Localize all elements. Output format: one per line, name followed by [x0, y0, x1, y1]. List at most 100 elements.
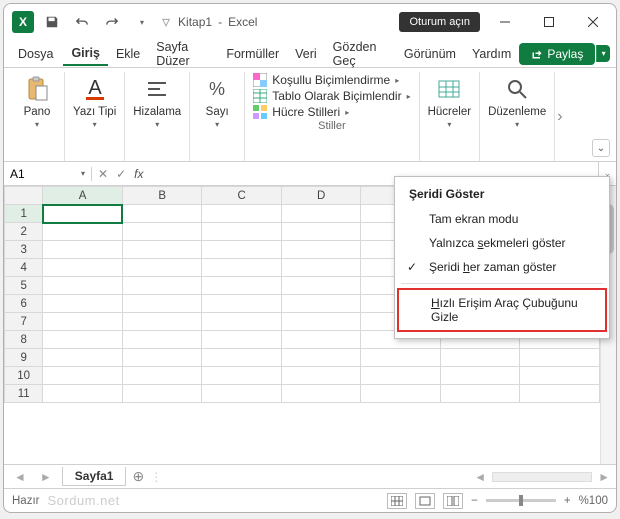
redo-button[interactable]: [100, 10, 124, 34]
number-button[interactable]: % Sayı ▾: [198, 74, 236, 129]
maximize-button[interactable]: [530, 8, 568, 36]
tab-gozden-gecir[interactable]: Gözden Geç: [325, 36, 396, 72]
fx-label[interactable]: fx: [134, 167, 143, 181]
conditional-formatting-label: Koşullu Biçimlendirme: [272, 73, 390, 87]
chevron-down-icon: ▸: [407, 92, 411, 101]
chevron-down-icon: ▾: [515, 120, 519, 129]
ribbon-overflow-button[interactable]: ›: [555, 72, 564, 161]
watermark: Sordum.net: [47, 493, 119, 508]
svg-text:A: A: [88, 77, 102, 99]
tab-gorunum[interactable]: Görünüm: [396, 43, 464, 65]
ribbon-display-options-button[interactable]: ⌄: [592, 139, 610, 157]
sheet-nav-next[interactable]: ►: [36, 470, 56, 484]
zoom-in-button[interactable]: +: [564, 495, 571, 507]
sheet-tab[interactable]: Sayfa1: [62, 467, 127, 486]
maximize-icon: [544, 17, 554, 27]
chevron-down-icon: ▾: [155, 120, 159, 129]
close-button[interactable]: [574, 8, 612, 36]
cell[interactable]: [202, 205, 282, 223]
chevron-down-icon: ▸: [395, 76, 399, 85]
chevron-down-icon: ▾: [93, 120, 97, 129]
tab-dosya[interactable]: Dosya: [10, 43, 61, 65]
menu-always-show-ribbon[interactable]: Şeridi her zaman göster: [395, 255, 609, 279]
add-sheet-button[interactable]: ⊕: [132, 468, 144, 485]
slider-thumb[interactable]: [519, 495, 523, 506]
status-ready: Hazır: [12, 495, 39, 507]
horizontal-scrollbar[interactable]: [492, 472, 592, 482]
view-page-break-button[interactable]: [443, 493, 463, 509]
zoom-value[interactable]: %100: [579, 495, 608, 507]
col-header[interactable]: D: [281, 187, 361, 205]
row-header[interactable]: 10: [5, 367, 43, 385]
row-header[interactable]: 8: [5, 331, 43, 349]
tab-formuller[interactable]: Formüller: [218, 43, 287, 65]
save-button[interactable]: [40, 10, 64, 34]
alignment-button[interactable]: Hizalama ▾: [133, 74, 181, 129]
name-box[interactable]: A1 ▾: [4, 167, 92, 181]
statusbar: Hazır Sordum.net − + %100: [4, 488, 616, 512]
group-stiller: Koşullu Biçimlendirme ▸ Tablo Olarak Biç…: [245, 72, 419, 161]
font-button[interactable]: A Yazı Tipi ▾: [73, 74, 116, 129]
titlebar: X ▾ ▿ Kitap1 - Excel Oturum açın: [4, 4, 616, 40]
row-header[interactable]: 4: [5, 259, 43, 277]
tab-sayfa-duzeni[interactable]: Sayfa Düzer: [148, 36, 218, 72]
cell[interactable]: [281, 205, 361, 223]
row-header[interactable]: 9: [5, 349, 43, 367]
signin-button[interactable]: Oturum açın: [399, 12, 480, 32]
cell[interactable]: [43, 223, 123, 241]
zoom-slider[interactable]: [486, 499, 556, 502]
editing-button[interactable]: Düzenleme ▾: [488, 74, 546, 129]
col-header[interactable]: C: [202, 187, 282, 205]
hscroll-left[interactable]: ◄: [474, 470, 486, 484]
cancel-formula-icon[interactable]: ✕: [98, 167, 108, 181]
group-pano: Pano ▾: [10, 72, 65, 161]
share-dropdown[interactable]: ▾: [596, 45, 610, 62]
cell[interactable]: [122, 205, 202, 223]
row-header[interactable]: 11: [5, 385, 43, 403]
tab-veri[interactable]: Veri: [287, 43, 325, 65]
font-label: Yazı Tipi: [73, 106, 116, 118]
row-header[interactable]: 6: [5, 295, 43, 313]
view-page-layout-button[interactable]: [415, 493, 435, 509]
row-header[interactable]: 2: [5, 223, 43, 241]
col-header[interactable]: A: [43, 187, 123, 205]
percent-icon: %: [205, 77, 229, 101]
qat-customize-button[interactable]: ▾: [130, 10, 154, 34]
undo-button[interactable]: [70, 10, 94, 34]
chevron-down-icon: ⌄: [597, 143, 605, 154]
conditional-formatting-button[interactable]: Koşullu Biçimlendirme ▸: [253, 72, 399, 88]
tab-yardim[interactable]: Yardım: [464, 43, 519, 65]
menu-fullscreen[interactable]: Tam ekran modu: [395, 207, 609, 231]
group-yazi-tipi: A Yazı Tipi ▾: [65, 72, 125, 161]
minimize-button[interactable]: [486, 8, 524, 36]
cells-button[interactable]: Hücreler ▾: [428, 74, 471, 129]
title-separator: ▿: [162, 12, 170, 32]
hscroll-right[interactable]: ►: [598, 470, 610, 484]
title-dash: -: [218, 15, 222, 29]
table-icon: [253, 89, 267, 103]
menu-hide-qat[interactable]: Hızlı Erişim Araç Çubuğunu Gizle: [397, 288, 607, 332]
sheet-nav-prev[interactable]: ◄: [10, 470, 30, 484]
format-as-table-button[interactable]: Tablo Olarak Biçimlendir ▸: [253, 88, 410, 104]
view-normal-button[interactable]: [387, 493, 407, 509]
table-conditional-icon: [253, 73, 267, 87]
tab-giris[interactable]: Giriş: [63, 42, 108, 66]
cell-styles-icon: [253, 105, 267, 119]
cell[interactable]: [43, 205, 123, 223]
row-header[interactable]: 1: [5, 205, 43, 223]
col-header[interactable]: B: [122, 187, 202, 205]
menu-header: Şeridi Göster: [395, 183, 609, 207]
paste-button[interactable]: Pano ▾: [18, 74, 56, 129]
tab-ekle[interactable]: Ekle: [108, 43, 148, 65]
document-title: Kitap1: [178, 15, 212, 29]
svg-text:%: %: [209, 79, 225, 99]
cell-styles-button[interactable]: Hücre Stilleri ▸: [253, 104, 349, 120]
row-header[interactable]: 7: [5, 313, 43, 331]
zoom-out-button[interactable]: −: [471, 495, 478, 507]
select-all-corner[interactable]: [5, 187, 43, 205]
enter-formula-icon[interactable]: ✓: [116, 167, 126, 181]
menu-show-tabs-only[interactable]: Yalnızca sekmeleri göster: [395, 231, 609, 255]
row-header[interactable]: 5: [5, 277, 43, 295]
row-header[interactable]: 3: [5, 241, 43, 259]
share-button[interactable]: Paylaş: [519, 43, 595, 65]
